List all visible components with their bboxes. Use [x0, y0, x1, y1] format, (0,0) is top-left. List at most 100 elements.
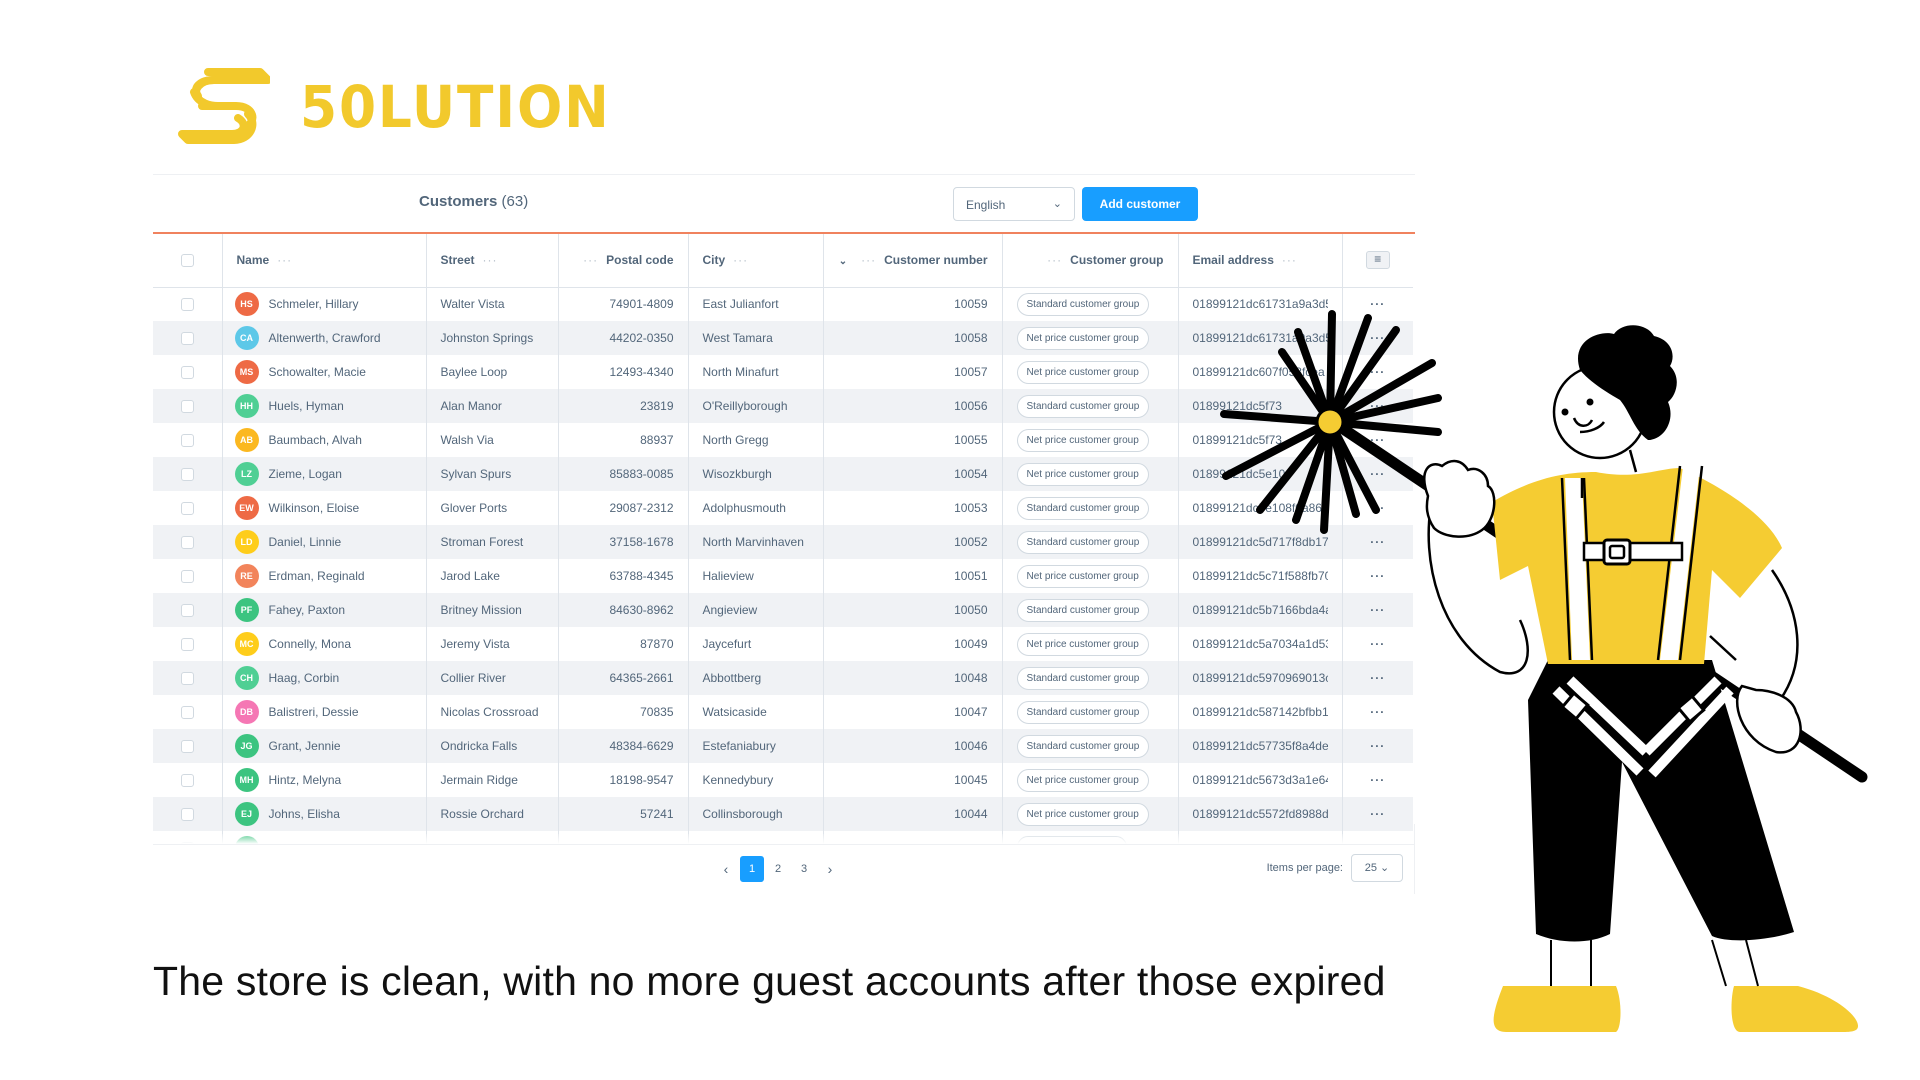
customer-group-badge[interactable]: Net price customer group [1016, 326, 1149, 350]
row-checkbox[interactable] [180, 740, 194, 754]
name-cell: EJ Johns, Elisha [222, 797, 427, 831]
customer-group-badge[interactable]: Standard customer group [1016, 292, 1150, 316]
column-label: Postal code [606, 253, 674, 268]
customer-group-badge[interactable]: Standard customer group [1016, 598, 1150, 622]
customer-name[interactable]: Balistreri, Dessie [269, 705, 359, 719]
customer-group-badge[interactable]: Net price customer group [1016, 360, 1149, 384]
customer-name[interactable]: Connelly, Mona [269, 637, 352, 651]
customer-group-badge[interactable]: Standard customer group [1016, 734, 1150, 758]
row-checkbox[interactable] [180, 604, 194, 618]
row-checkbox[interactable] [180, 570, 194, 584]
customer-group-badge[interactable]: Net price customer group [1016, 428, 1149, 452]
customer-group-cell: Net price customer group [1002, 763, 1179, 797]
customer-group-cell: Standard customer group [1002, 389, 1179, 423]
brand-logo: 50LUTION [178, 66, 638, 148]
column-menu-icon[interactable]: ··· [1047, 253, 1062, 267]
row-checkbox[interactable] [180, 366, 194, 380]
page-1-button[interactable]: 1 [740, 856, 764, 882]
customer-number-cell: 10046 [823, 729, 1003, 763]
row-checkbox[interactable] [180, 332, 194, 346]
row-checkbox[interactable] [180, 298, 194, 312]
postal-code-cell: 29087-2312 [558, 491, 689, 525]
customer-group-badge[interactable]: Standard customer group [1016, 666, 1150, 690]
column-menu-icon[interactable]: ··· [277, 253, 292, 267]
customer-name[interactable]: Baumbach, Alvah [269, 433, 362, 447]
name-cell: CH Haag, Corbin [222, 661, 427, 695]
customer-group-badge[interactable]: Standard customer group [1016, 496, 1150, 520]
right-hand [1735, 684, 1802, 754]
customer-name[interactable]: Wilkinson, Eloise [269, 501, 360, 515]
postal-code-cell: 63788-4345 [558, 559, 689, 593]
column-menu-icon[interactable]: ··· [1282, 253, 1297, 267]
row-checkbox[interactable] [180, 672, 194, 686]
row-checkbox[interactable] [180, 400, 194, 414]
hamburger-icon[interactable]: ≡ [1365, 251, 1390, 270]
customer-name[interactable]: Hintz, Melyna [269, 773, 342, 787]
avatar: EJ [234, 802, 259, 826]
column-header-city[interactable]: City ··· [688, 234, 824, 288]
customer-number-cell: 10053 [823, 491, 1003, 525]
row-checkbox[interactable] [180, 468, 194, 482]
customer-name[interactable]: Haag, Corbin [269, 671, 340, 685]
row-checkbox[interactable] [180, 774, 194, 788]
column-header-street[interactable]: Street ··· [426, 234, 559, 288]
customer-group-badge[interactable]: Net price customer group [1016, 632, 1149, 656]
customer-group-cell: Net price customer group [1002, 559, 1179, 593]
row-checkbox[interactable] [180, 638, 194, 652]
column-menu-icon[interactable]: ··· [733, 253, 748, 267]
customer-group-cell: Net price customer group [1002, 797, 1179, 831]
row-select-cell [153, 525, 223, 559]
street-cell: Rossie Orchard [426, 797, 559, 831]
column-header-customer-group[interactable]: ··· Customer group [1002, 234, 1179, 288]
column-header-email[interactable]: Email address ··· [1178, 234, 1343, 288]
page-2-button[interactable]: 2 [766, 856, 790, 882]
column-header-postal-code[interactable]: ··· Postal code [558, 234, 689, 288]
customer-name[interactable]: Grant, Jennie [269, 739, 341, 753]
customer-group-badge[interactable]: Net price customer group [1016, 802, 1149, 826]
add-customer-button[interactable]: Add customer [1082, 187, 1198, 221]
city-cell: East Julianfort [688, 287, 824, 321]
customer-group-badge[interactable]: Standard customer group [1016, 394, 1150, 418]
customer-name[interactable]: Fahey, Paxton [269, 603, 346, 617]
customer-name[interactable]: Daniel, Linnie [269, 535, 342, 549]
customer-name[interactable]: Zieme, Logan [269, 467, 342, 481]
avatar: CA [234, 326, 259, 350]
column-menu-icon[interactable]: ··· [483, 253, 498, 267]
customer-group-badge[interactable]: Net price customer group [1016, 462, 1149, 486]
city-cell: Collinsborough [688, 797, 824, 831]
prev-page-icon[interactable]: ‹ [713, 861, 739, 877]
customer-group-cell: Standard customer group [1002, 593, 1179, 627]
page-3-button[interactable]: 3 [792, 856, 816, 882]
column-header-customer-number[interactable]: ⌄ ··· Customer number [823, 234, 1003, 288]
customer-group-badge[interactable]: Net price customer group [1016, 564, 1149, 588]
row-checkbox[interactable] [180, 706, 194, 720]
sort-descending-icon[interactable]: ⌄ [839, 256, 847, 267]
column-menu-icon[interactable]: ··· [583, 253, 598, 267]
customer-group-badge[interactable]: Standard customer group [1016, 700, 1150, 724]
customer-name[interactable]: Johns, Elisha [269, 807, 340, 821]
row-checkbox[interactable] [180, 502, 194, 516]
customer-group-badge[interactable]: Standard customer group [1016, 530, 1150, 554]
next-page-icon[interactable]: › [817, 861, 843, 877]
postal-code-cell: 12493-4340 [558, 355, 689, 389]
column-label: Street [440, 253, 475, 268]
customer-group-badge[interactable]: Net price customer group [1016, 768, 1149, 792]
select-all-checkbox[interactable] [180, 254, 194, 268]
customer-group-cell: Net price customer group [1002, 355, 1179, 389]
customer-name[interactable]: Schmeler, Hillary [269, 297, 359, 311]
customer-name[interactable]: Erdman, Reginald [269, 569, 365, 583]
row-checkbox[interactable] [180, 434, 194, 448]
name-cell: LZ Zieme, Logan [222, 457, 427, 491]
city-cell: Halieview [688, 559, 824, 593]
language-select[interactable]: English ⌄ [953, 187, 1075, 221]
street-cell: Alan Manor [426, 389, 559, 423]
customer-name[interactable]: Schowalter, Macie [269, 365, 366, 379]
row-checkbox[interactable] [180, 808, 194, 822]
customer-name[interactable]: Altenwerth, Crawford [269, 331, 381, 345]
column-header-name[interactable]: Name ··· [222, 234, 427, 288]
column-menu-icon[interactable]: ··· [861, 253, 876, 267]
customer-group-cell: Net price customer group [1002, 423, 1179, 457]
row-checkbox[interactable] [180, 536, 194, 550]
customer-name[interactable]: Huels, Hyman [269, 399, 344, 413]
avatar: JG [234, 734, 259, 758]
